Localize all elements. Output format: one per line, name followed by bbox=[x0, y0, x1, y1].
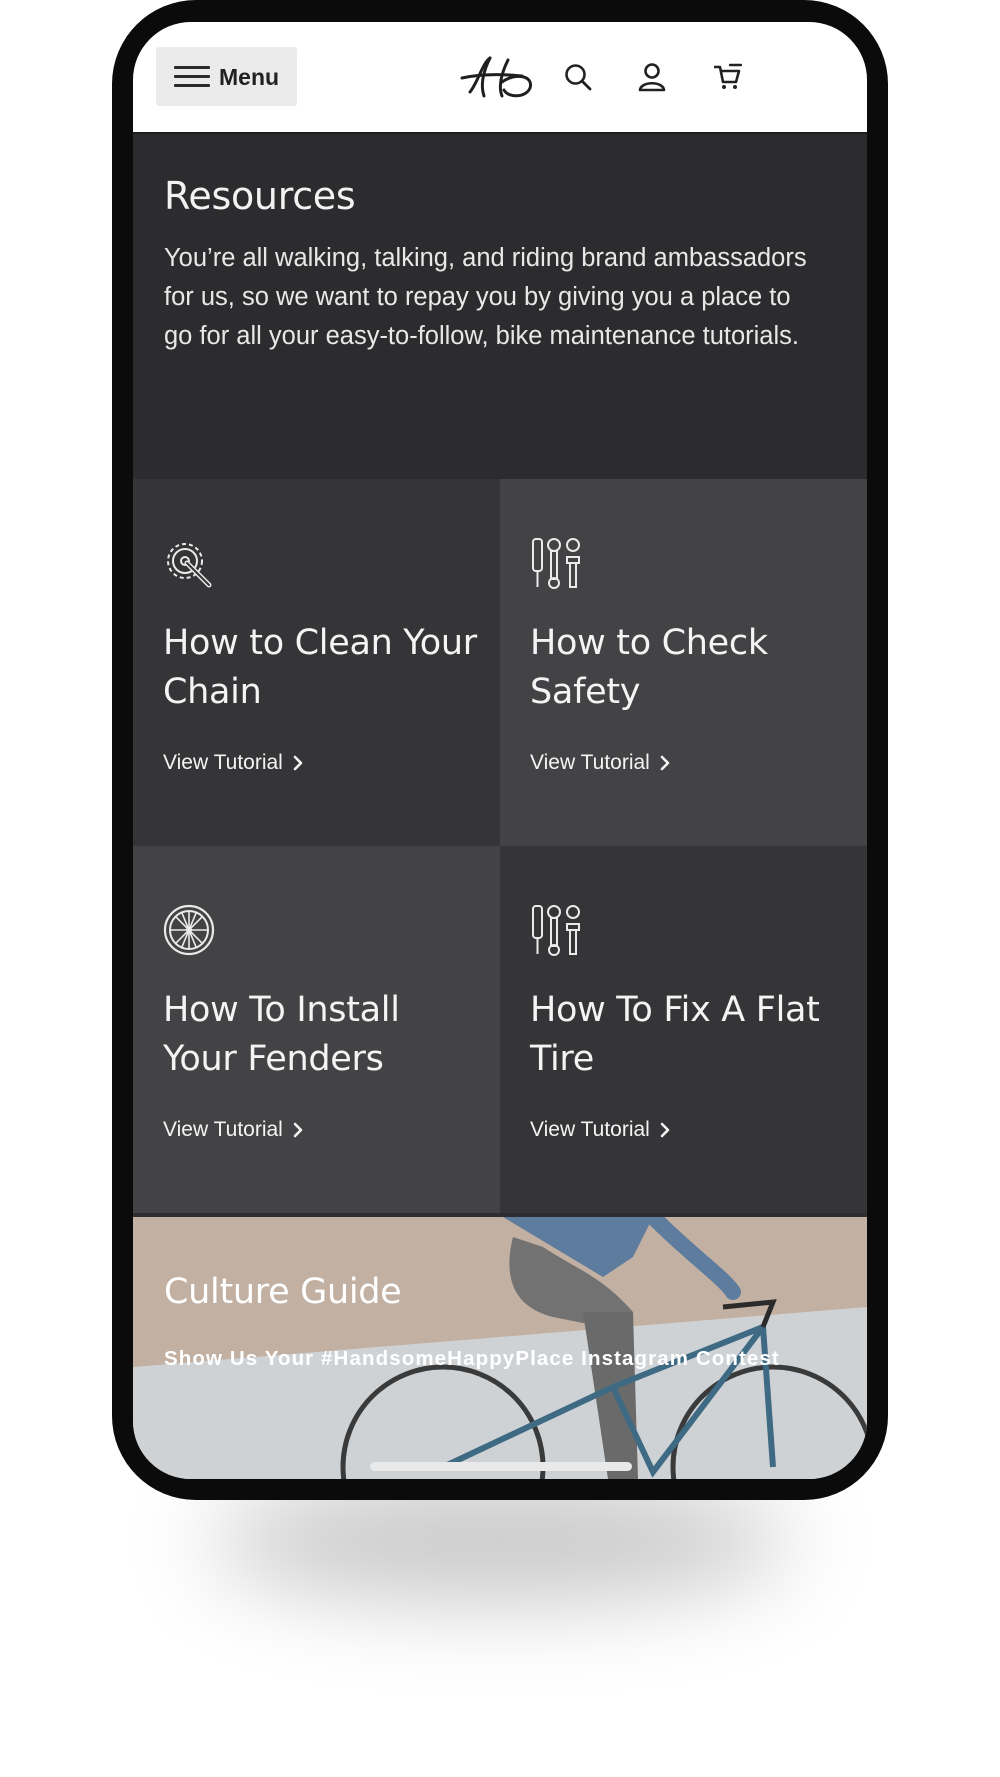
tutorial-card-fix-flat[interactable]: How To Fix A Flat Tire View Tutorial bbox=[500, 846, 867, 1213]
view-tutorial-link[interactable]: View Tutorial bbox=[530, 751, 670, 775]
view-tutorial-link[interactable]: View Tutorial bbox=[530, 1118, 670, 1142]
tutorial-card-install-fenders[interactable]: How To Install Your Fenders View Tutoria… bbox=[133, 846, 500, 1213]
culture-guide-title: Culture Guide bbox=[164, 1272, 402, 1312]
chevron-right-icon bbox=[293, 755, 303, 771]
tutorial-title: How To Fix A Flat Tire bbox=[530, 990, 820, 1079]
hamburger-icon bbox=[174, 66, 210, 88]
cart-icon[interactable] bbox=[712, 62, 742, 92]
culture-guide-banner[interactable]: Culture Guide Show Us Your #HandsomeHapp… bbox=[133, 1217, 867, 1479]
menu-button[interactable]: Menu bbox=[156, 47, 297, 106]
tools-icon bbox=[532, 905, 580, 956]
resources-section: Resources You’re all walking, talking, a… bbox=[133, 134, 867, 479]
menu-label: Menu bbox=[219, 64, 280, 90]
gear-wrench-icon bbox=[167, 543, 212, 588]
view-tutorial-link[interactable]: View Tutorial bbox=[163, 1118, 303, 1142]
view-tutorial-link[interactable]: View Tutorial bbox=[163, 751, 303, 775]
account-icon[interactable] bbox=[637, 62, 667, 92]
tutorial-card-clean-chain[interactable]: How to Clean Your Chain View Tutorial bbox=[133, 479, 500, 846]
tools-icon bbox=[532, 538, 580, 589]
chevron-right-icon bbox=[293, 1122, 303, 1138]
resources-title: Resources bbox=[164, 174, 356, 218]
tutorial-title: How to Clean Your Chain bbox=[163, 623, 477, 712]
home-indicator[interactable] bbox=[370, 1462, 632, 1471]
brand-logo[interactable] bbox=[460, 52, 536, 100]
phone-screen: Menu Resources You’re all walking, talki… bbox=[133, 22, 867, 1479]
tutorial-card-check-safety[interactable]: How to Check Safety View Tutorial bbox=[500, 479, 867, 846]
search-icon[interactable] bbox=[563, 62, 593, 92]
view-tutorial-label: View Tutorial bbox=[530, 1118, 650, 1141]
view-tutorial-label: View Tutorial bbox=[163, 1118, 283, 1141]
site-header: Menu bbox=[133, 22, 867, 134]
view-tutorial-label: View Tutorial bbox=[530, 751, 650, 774]
tutorial-title: How To Install Your Fenders bbox=[163, 990, 400, 1079]
chevron-right-icon bbox=[660, 1122, 670, 1138]
culture-guide-subtitle[interactable]: Show Us Your #HandsomeHappyPlace Instagr… bbox=[164, 1347, 780, 1371]
wheel-icon bbox=[163, 904, 215, 956]
view-tutorial-label: View Tutorial bbox=[163, 751, 283, 774]
chevron-right-icon bbox=[660, 755, 670, 771]
resources-description: You’re all walking, talking, and riding … bbox=[164, 244, 807, 350]
tutorial-title: How to Check Safety bbox=[530, 623, 768, 712]
